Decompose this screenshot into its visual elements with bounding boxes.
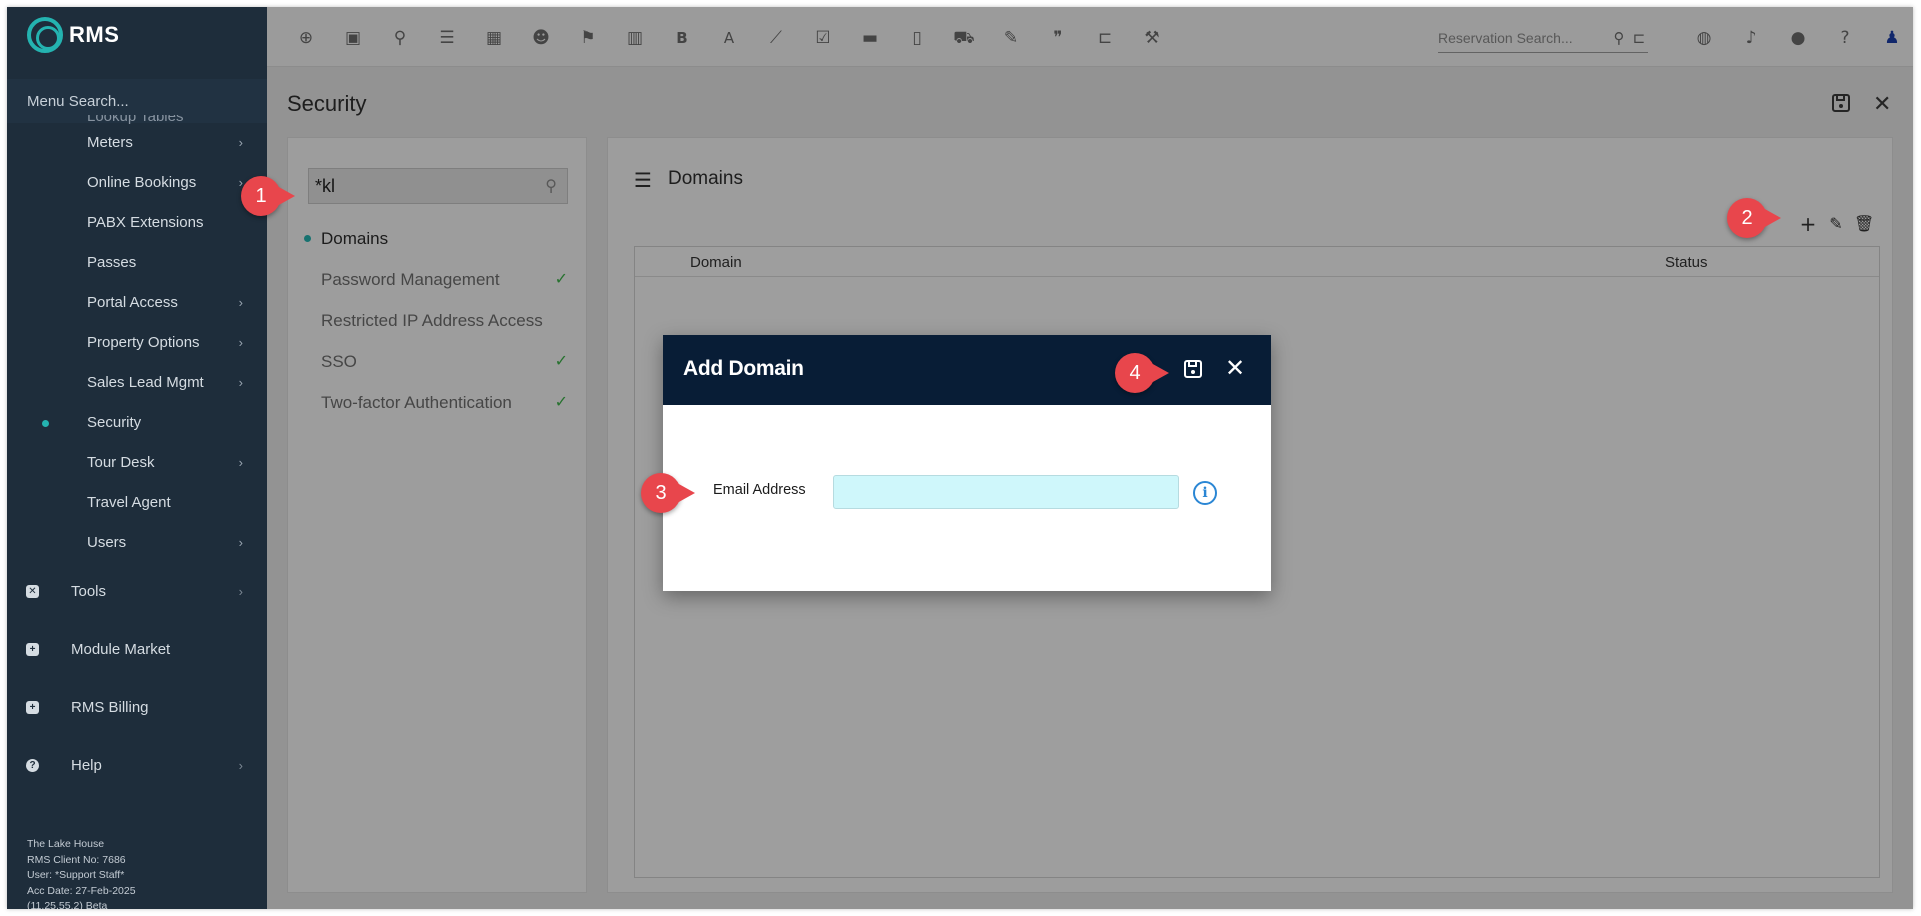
topbar-overlay bbox=[267, 7, 1913, 67]
sidebar-overlay bbox=[7, 7, 267, 909]
callout-2: 2 bbox=[1727, 198, 1781, 238]
email-address-field[interactable] bbox=[833, 475, 1179, 509]
dialog-title: Add Domain bbox=[683, 357, 804, 380]
callout-4: 4 bbox=[1115, 353, 1169, 393]
save-icon[interactable] bbox=[1183, 359, 1205, 381]
app-window: RMS Menu Search... Lookup Tables Meters ›… bbox=[7, 7, 1913, 909]
add-domain-dialog: Add Domain ✕ Email Address i bbox=[663, 335, 1271, 591]
callout-1: 1 bbox=[241, 176, 295, 216]
close-icon[interactable]: ✕ bbox=[1225, 357, 1245, 381]
email-address-label: Email Address bbox=[713, 482, 806, 498]
info-icon[interactable]: i bbox=[1193, 481, 1217, 505]
dialog-header: Add Domain ✕ bbox=[663, 335, 1271, 405]
callout-3: 3 bbox=[641, 473, 695, 513]
